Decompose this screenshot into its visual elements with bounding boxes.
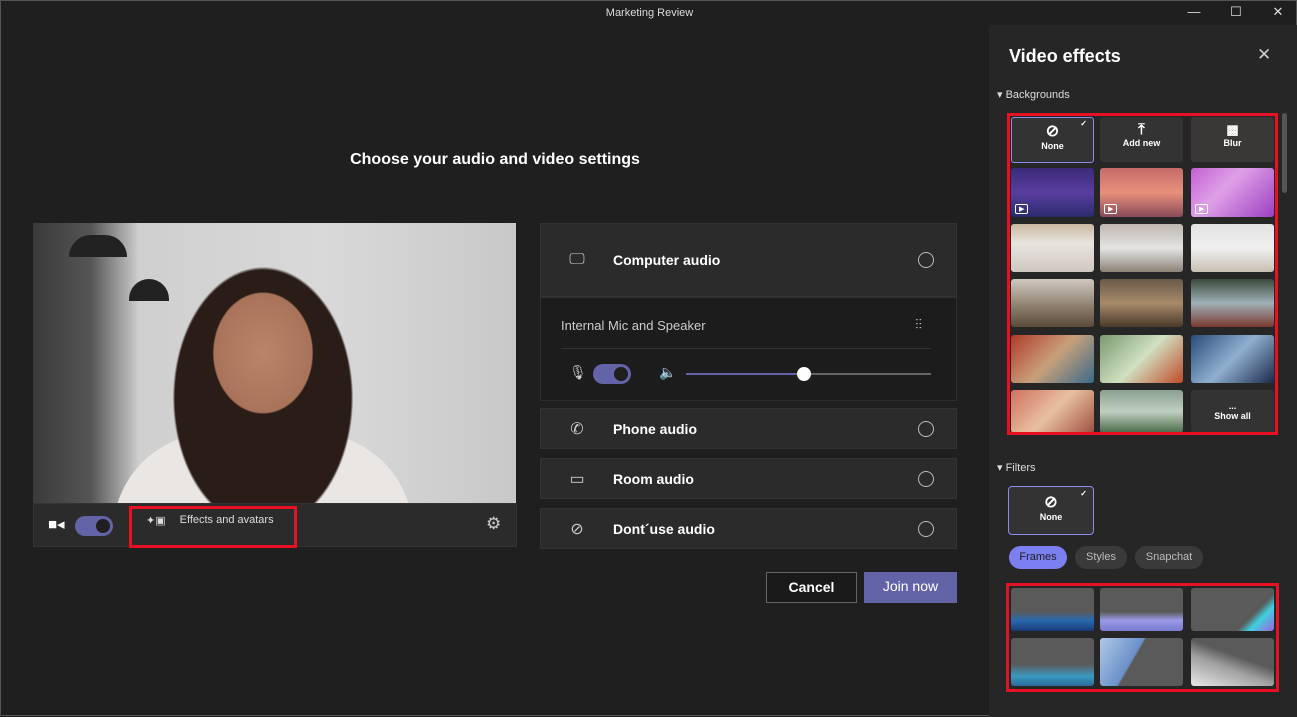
option-label: Dont´use audio [613,520,715,537]
phone-audio-icon: ✆ [570,420,584,438]
window-title: Marketing Review [605,7,694,19]
audio-option-room[interactable]: ▭ Room audio [540,458,957,499]
audio-option-none[interactable]: ⊘ Dont´use audio [540,508,957,549]
close-window-button[interactable]: ✕ [1263,4,1293,22]
person-silhouette [153,233,373,503]
filter-none[interactable]: ⊘ None ✓ [1008,486,1094,535]
page-title: Choose your audio and video settings [350,151,640,168]
maximize-button[interactable]: ☐ [1221,4,1251,22]
option-label: Room audio [613,470,694,487]
radio-button[interactable] [918,420,934,437]
camera-toggle[interactable] [75,516,113,536]
panel-title: Video effects [1009,46,1121,66]
caret-down-icon: ▾ [997,89,1006,101]
panel-scrollbar[interactable] [1282,113,1287,193]
mic-toggle[interactable] [593,364,631,384]
video-preview [33,223,516,503]
audio-option-computer[interactable]: 🖵 Computer audio [540,223,957,297]
volume-slider[interactable] [686,367,931,381]
microphone-icon: 🎙 [569,364,587,380]
lamp-decoration [69,235,127,257]
caret-down-icon: ▾ [997,462,1006,474]
computer-audio-settings: Internal Mic and Speaker ⫶⫶ 🎙 🔈 [540,297,957,401]
backgrounds-section-toggle[interactable]: ▾ Backgrounds [997,88,1070,101]
highlight-box [1007,113,1278,435]
device-settings-gear-icon[interactable]: ⚙ [486,514,501,534]
filters-section-toggle[interactable]: ▾ Filters [997,461,1036,474]
device-name: Internal Mic and Speaker [561,318,706,333]
section-label: Filters [1005,462,1036,474]
volume-slider-thumb[interactable] [796,367,811,381]
radio-button[interactable] [918,520,934,537]
title-bar: Marketing Review — ☐ ✕ [1,1,1297,25]
section-label: Backgrounds [1005,89,1070,101]
join-now-button[interactable]: Join now [864,572,957,603]
radio-button[interactable] [918,252,934,268]
highlight-box [1006,583,1279,692]
chip-snapchat[interactable]: Snapchat [1135,546,1203,569]
volume-fill [686,373,804,375]
device-settings-sliders-icon[interactable]: ⫶⫶ [915,316,922,333]
tile-label: None [1039,512,1063,522]
highlight-box [129,506,297,548]
no-audio-icon: ⊘ [570,520,584,538]
computer-audio-icon: 🖵 [569,251,585,268]
radio-button[interactable] [918,470,934,487]
cancel-button[interactable]: Cancel [766,572,857,603]
chip-styles[interactable]: Styles [1075,546,1127,569]
camera-icon: ■◂ [48,516,65,533]
option-label: Phone audio [613,420,697,437]
minimize-button[interactable]: — [1179,4,1209,22]
room-audio-icon: ▭ [569,470,585,488]
speaker-icon: 🔈 [659,364,677,380]
audio-option-phone[interactable]: ✆ Phone audio [540,408,957,449]
close-panel-button[interactable]: ✕ [1257,45,1271,65]
checkmark-icon: ✓ [1080,489,1087,498]
chip-frames[interactable]: Frames [1009,546,1067,569]
divider [561,348,931,349]
option-label: Computer audio [613,252,721,268]
